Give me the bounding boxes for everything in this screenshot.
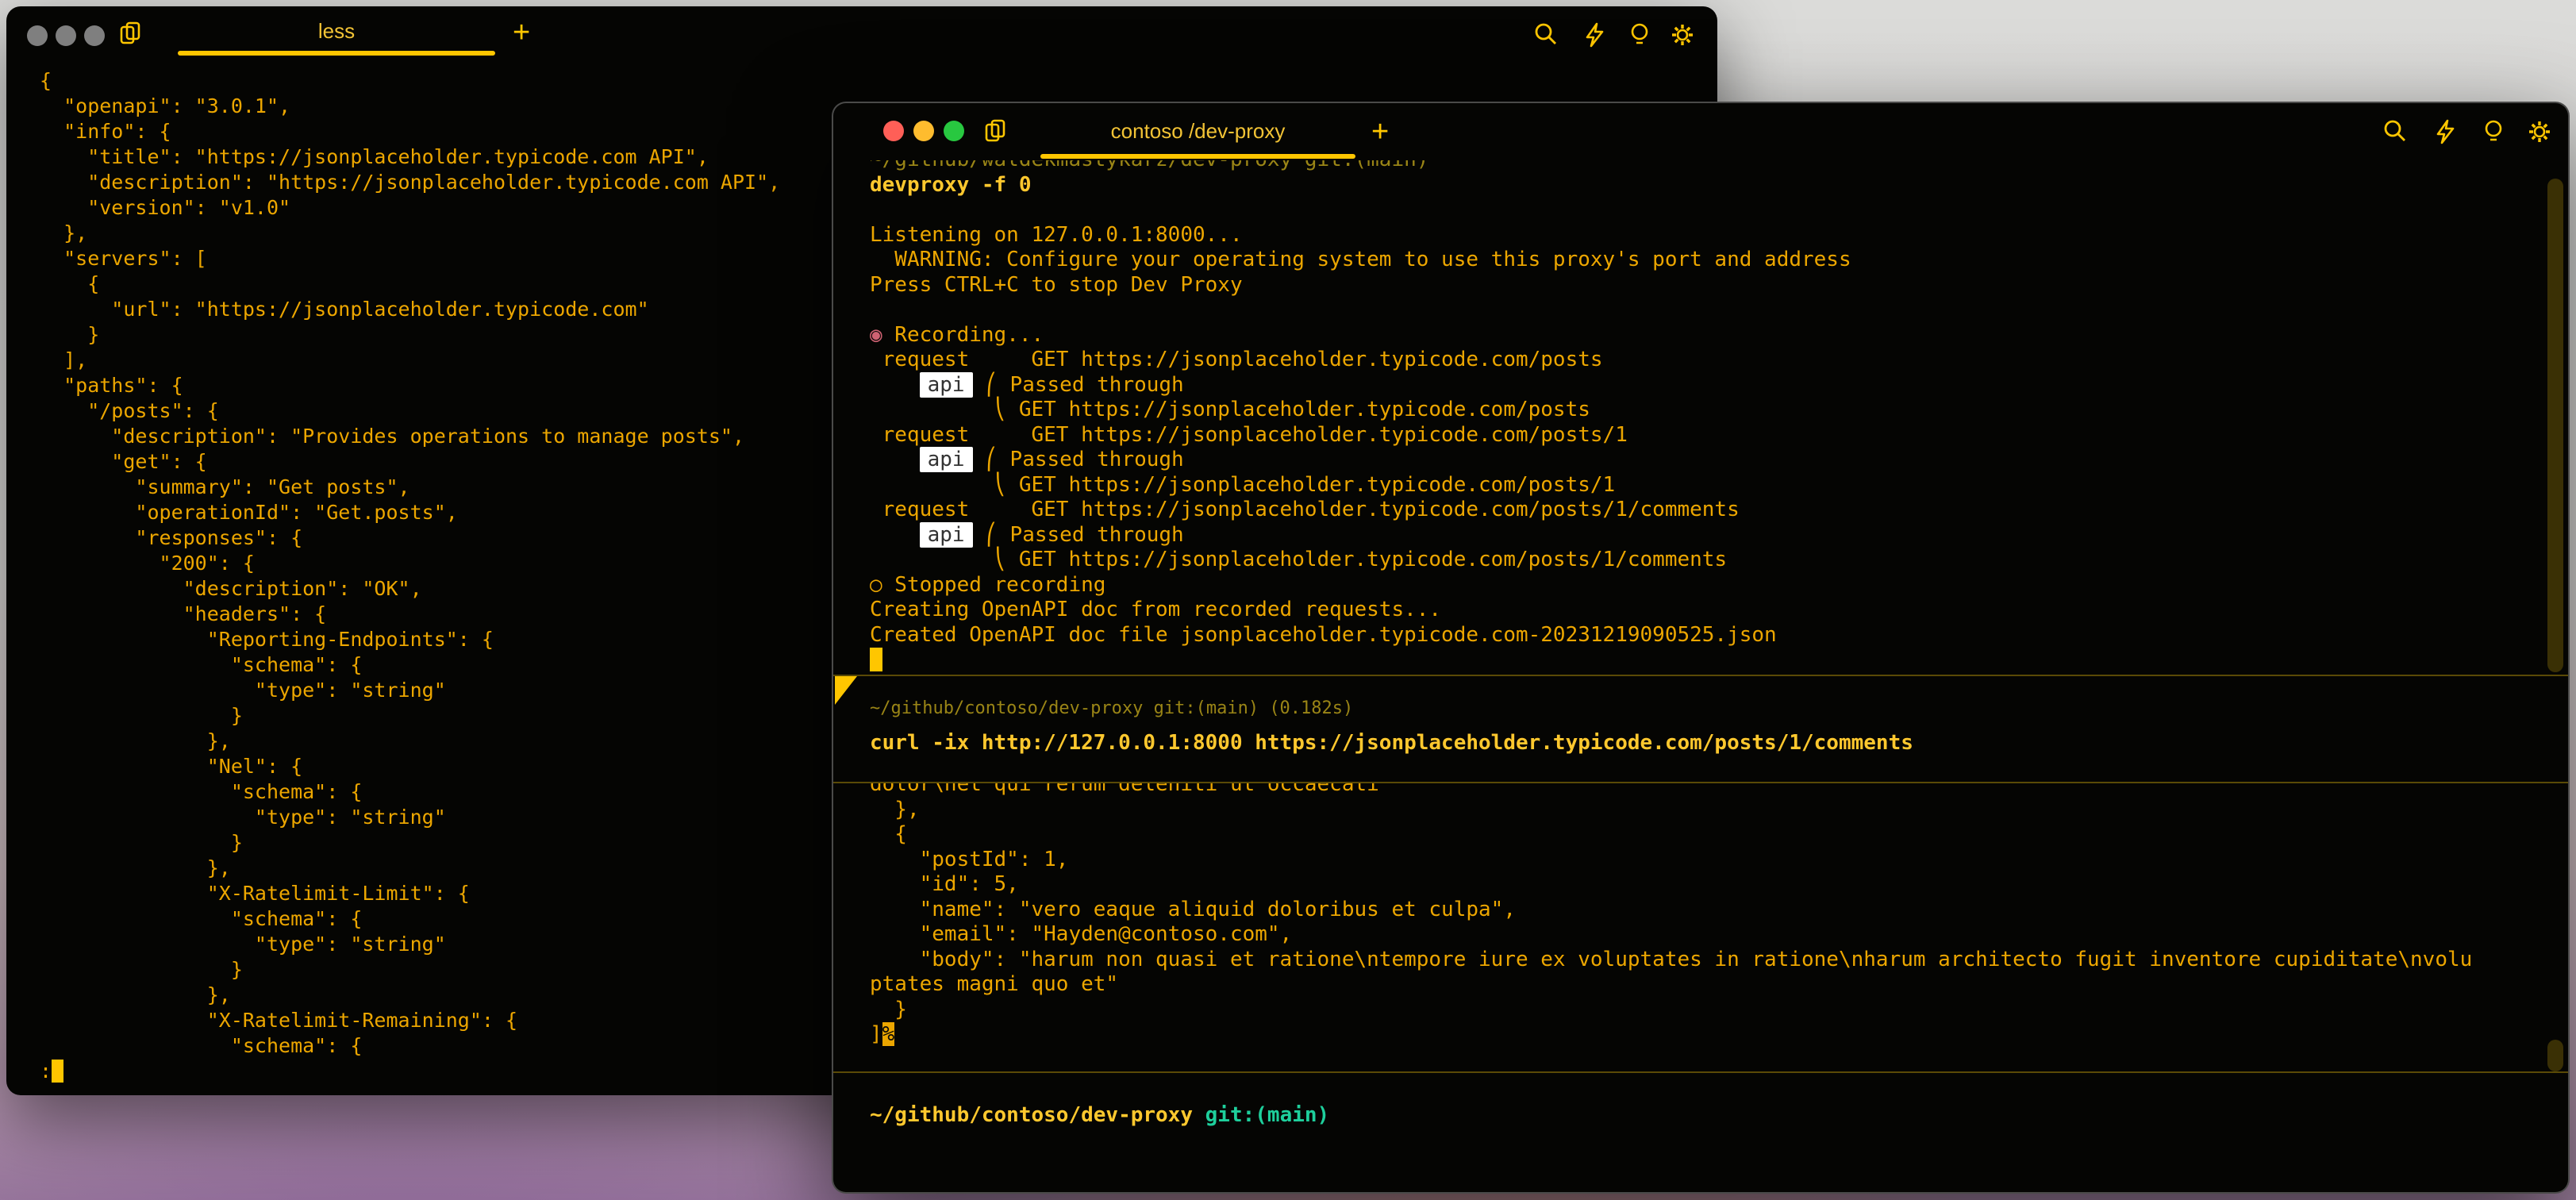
curl-command-block[interactable]: ~/github/contoso/dev-proxy git:(main) (0… xyxy=(870,676,2536,755)
tab-contoso-dev-proxy[interactable]: contoso /dev-proxy xyxy=(1040,119,1355,144)
lightning-icon[interactable] xyxy=(2432,117,2460,146)
tab-title: contoso /dev-proxy xyxy=(1111,119,1286,143)
devproxy-output-pane[interactable]: ~/github/waldekmastykarz/dev-proxy git:(… xyxy=(833,160,2568,675)
prompt-context-line: ~/github/contoso/dev-proxy git:(main) (0… xyxy=(870,676,2536,718)
lightning-icon[interactable] xyxy=(1581,21,1609,49)
close-button[interactable] xyxy=(27,25,48,46)
close-button[interactable] xyxy=(883,121,904,141)
lightbulb-icon[interactable] xyxy=(2479,117,2508,146)
new-tab-button[interactable]: + xyxy=(1371,117,1389,147)
settings-gear-icon[interactable] xyxy=(1668,21,1697,49)
search-icon[interactable] xyxy=(1532,21,1560,49)
shell-prompt[interactable]: ~/github/contoso/dev-proxy git:(main) xyxy=(870,1071,2536,1127)
tab-switcher-icon[interactable] xyxy=(116,19,144,48)
terminal-window-devproxy: contoso /dev-proxy + xyxy=(832,102,2570,1194)
tab-title: less xyxy=(318,19,355,43)
tab-less[interactable]: less xyxy=(178,19,495,44)
scrollbar-thumb-curl-output[interactable] xyxy=(2547,1040,2563,1071)
minimize-button[interactable] xyxy=(913,121,934,141)
devproxy-output: ~/github/waldekmastykarz/dev-proxy git:(… xyxy=(833,160,2568,673)
titlebar[interactable]: contoso /dev-proxy + xyxy=(833,103,2568,159)
less-pager-content[interactable]: { "openapi": "3.0.1", "info": { "title":… xyxy=(40,68,780,1084)
settings-gear-icon[interactable] xyxy=(2525,117,2554,146)
new-tab-button[interactable]: + xyxy=(513,17,530,48)
curl-output: dolor\net qui rerum deleniti ut occaecat… xyxy=(833,783,2568,1048)
zoom-button[interactable] xyxy=(84,25,105,46)
search-icon[interactable] xyxy=(2381,117,2409,146)
block-marker-flag xyxy=(835,676,857,705)
desktop: { "colors":{ "accent":"#ffc600","amber":… xyxy=(0,0,2576,1200)
zoom-button[interactable] xyxy=(944,121,964,141)
titlebar[interactable]: less + xyxy=(6,6,1717,57)
curl-command[interactable]: curl -ix http://127.0.0.1:8000 https://j… xyxy=(870,731,2536,755)
curl-output-pane[interactable]: dolor\net qui rerum deleniti ut occaecat… xyxy=(833,783,2568,1071)
prompt-git-branch: git:(main) xyxy=(1205,1103,1330,1127)
scrollbar-thumb-main[interactable] xyxy=(2547,179,2563,672)
minimize-button[interactable] xyxy=(56,25,76,46)
prompt-path: ~/github/contoso/dev-proxy xyxy=(870,1103,1193,1127)
active-tab-underline xyxy=(178,51,495,56)
active-tab-underline xyxy=(1040,154,1355,159)
tab-switcher-icon[interactable] xyxy=(981,117,1009,145)
lightbulb-icon[interactable] xyxy=(1625,21,1654,49)
